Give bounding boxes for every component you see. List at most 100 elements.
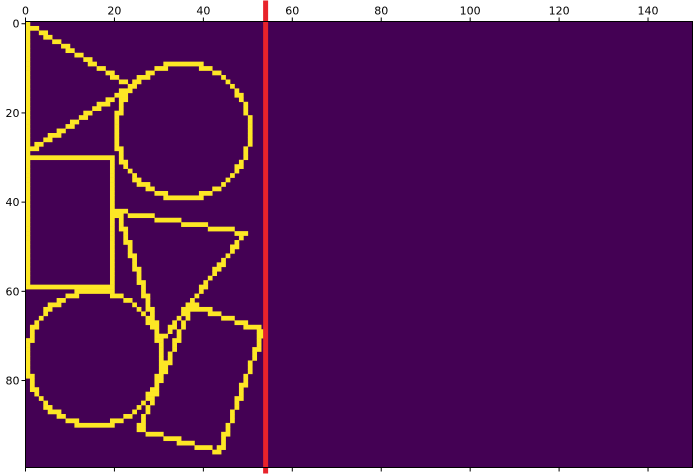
heatmap-cell <box>132 257 137 263</box>
heatmap-cell <box>118 150 124 156</box>
heatmap-cell <box>25 262 31 268</box>
heatmap-cell <box>74 289 115 294</box>
heatmap-cell <box>154 217 182 223</box>
heatmap-cell <box>29 324 40 330</box>
heatmap-cell <box>118 159 129 165</box>
heatmap-cell <box>25 244 31 250</box>
heatmap-cell <box>194 293 200 299</box>
heatmap-cell <box>256 342 262 348</box>
y-tick-label: 0 <box>13 18 20 31</box>
heatmap-cell <box>25 21 31 27</box>
heatmap-cell <box>34 141 44 147</box>
heatmap-cell <box>87 61 97 67</box>
heatmap-cell <box>163 61 204 67</box>
heatmap-cell <box>247 115 253 120</box>
x-tick-label: 100 <box>460 5 481 18</box>
heatmap-cell <box>212 271 218 277</box>
heatmap-cell <box>109 173 115 178</box>
heatmap-cell <box>221 440 226 446</box>
heatmap-cell <box>243 110 249 116</box>
heatmap-cell <box>43 34 53 40</box>
heatmap-cell <box>150 311 155 317</box>
heatmap-cell <box>127 168 133 174</box>
heatmap-cell <box>145 186 155 192</box>
heatmap-cell <box>29 333 35 339</box>
heatmap-cell <box>136 306 142 312</box>
heatmap-cell <box>243 373 249 379</box>
heatmap-cell <box>185 315 191 321</box>
heatmap-cell <box>25 248 31 254</box>
heatmap-cell <box>238 97 244 103</box>
heatmap-cell <box>230 244 240 250</box>
heatmap-cell <box>25 119 31 125</box>
heatmap-cell <box>25 30 31 36</box>
heatmap-cell <box>109 271 115 277</box>
heatmap-cell <box>132 302 137 308</box>
heatmap-cell <box>25 150 31 156</box>
heatmap-cell <box>25 115 31 120</box>
heatmap-cell <box>145 405 151 410</box>
heatmap-cell <box>25 75 31 80</box>
heatmap-cell <box>198 190 213 196</box>
heatmap-cell <box>109 182 115 187</box>
heatmap-cell <box>181 311 191 317</box>
heatmap-cell <box>127 248 133 254</box>
heatmap-cell <box>25 133 31 138</box>
heatmap-cell <box>25 369 31 375</box>
heatmap-cell <box>25 356 31 361</box>
heatmap-cell <box>243 106 249 111</box>
heatmap-cell <box>29 329 35 334</box>
heatmap-cell <box>25 347 31 352</box>
heatmap-cell <box>190 298 195 303</box>
heatmap-cell <box>136 275 142 281</box>
heatmap-cell <box>158 369 169 375</box>
heatmap-cell <box>25 39 31 45</box>
y-tick-label: 60 <box>6 285 20 298</box>
heatmap-cell <box>109 235 115 241</box>
heatmap-cell <box>109 217 115 223</box>
heatmap-cell <box>150 324 160 330</box>
heatmap-cell <box>114 119 120 125</box>
heatmap-cell <box>230 83 235 89</box>
heatmap-cell <box>25 195 31 201</box>
heatmap-cell <box>78 115 89 120</box>
heatmap-cell <box>141 418 146 424</box>
heatmap-cell <box>150 387 160 392</box>
heatmap-cell <box>145 320 160 326</box>
heatmap-cell <box>221 75 226 80</box>
heatmap-cell <box>154 382 160 388</box>
x-tick-label: 120 <box>549 5 570 18</box>
heatmap-cell <box>154 190 169 196</box>
heatmap-cell <box>127 244 133 250</box>
heatmap-cell <box>243 155 249 161</box>
heatmap-cell <box>118 79 129 85</box>
heatmap-cell <box>25 146 40 152</box>
heatmap-cell <box>25 25 40 31</box>
heatmap-cell <box>221 315 235 321</box>
heatmap-cell <box>118 106 124 111</box>
heatmap-cell <box>167 351 173 357</box>
heatmap-cell <box>252 356 258 361</box>
heatmap-cell <box>123 164 129 169</box>
heatmap-cell <box>25 168 31 174</box>
heatmap-cell <box>74 422 115 428</box>
heatmap-cell <box>123 240 133 245</box>
heatmap-cell <box>118 97 129 103</box>
heatmap-cell <box>154 329 160 334</box>
heatmap-cell <box>158 342 164 348</box>
heatmap-cell <box>25 351 31 357</box>
heatmap-cell <box>145 391 160 397</box>
heatmap-cell <box>25 137 31 143</box>
heatmap-cell <box>47 302 62 308</box>
heatmap-cell <box>243 378 249 384</box>
heatmap-cell <box>185 302 200 308</box>
heatmap-cell <box>234 231 249 236</box>
heatmap-cell <box>167 324 177 330</box>
heatmap-cell <box>136 405 142 410</box>
heatmap-cell <box>25 182 31 187</box>
heatmap-cell <box>225 427 231 433</box>
heatmap-cell <box>203 280 209 285</box>
heatmap-cell <box>65 124 75 129</box>
heatmap-cell <box>25 360 31 366</box>
heatmap-cell <box>109 186 115 192</box>
